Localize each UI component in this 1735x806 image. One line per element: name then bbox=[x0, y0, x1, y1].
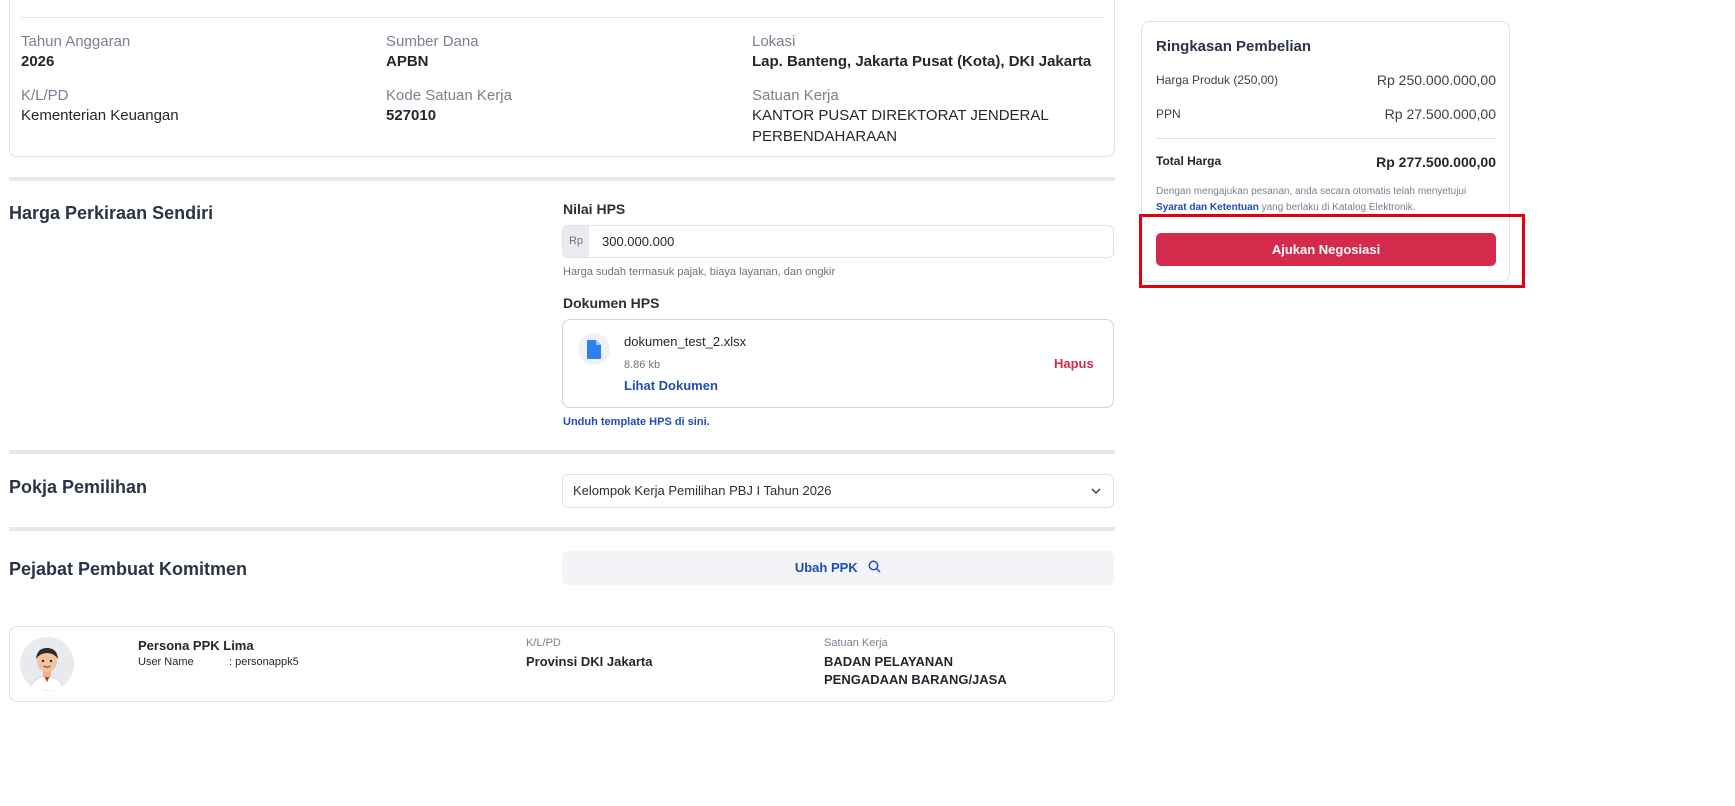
klpd-label: K/L/PD bbox=[21, 87, 69, 104]
summary-title: Ringkasan Pembelian bbox=[1156, 38, 1312, 55]
dokumen-hps-label: Dokumen HPS bbox=[563, 295, 660, 311]
nilai-hps-label: Nilai HPS bbox=[563, 201, 626, 217]
harga-produk-value: Rp 250.000.000,00 bbox=[1376, 72, 1496, 88]
summary-divider bbox=[1156, 138, 1496, 139]
kode-satker-label: Kode Satuan Kerja bbox=[386, 87, 512, 104]
change-ppk-label: Ubah PPK bbox=[794, 560, 858, 575]
avatar bbox=[20, 637, 74, 691]
pokja-selected-value: Kelompok Kerja Pemilihan PBJ I Tahun 202… bbox=[573, 483, 832, 498]
pokja-select[interactable]: Kelompok Kerja Pemilihan PBJ I Tahun 202… bbox=[562, 474, 1114, 508]
lokasi-label: Lokasi bbox=[752, 33, 796, 50]
satker-value-line1: KANTOR PUSAT DIREKTORAT JENDERAL bbox=[752, 107, 1049, 124]
highlight-box bbox=[1139, 214, 1525, 288]
ppk-section-title: Pejabat Pembuat Komitmen bbox=[9, 559, 248, 579]
nilai-hps-value: 300.000.000 bbox=[602, 234, 675, 249]
ppk-satker-label: Satuan Kerja bbox=[824, 637, 888, 649]
ppk-card: Persona PPK Lima User Name : personappk5… bbox=[9, 626, 1115, 702]
section-divider bbox=[9, 450, 1115, 454]
harga-produk-label: Harga Produk (250,00) bbox=[1156, 73, 1279, 87]
satker-value-line2: PERBENDAHARAAN bbox=[752, 128, 898, 145]
terms-link[interactable]: Syarat dan Ketentuan bbox=[1156, 202, 1259, 213]
sumber-dana-label: Sumber Dana bbox=[386, 33, 479, 50]
ppn-value: Rp 27.500.000,00 bbox=[1384, 106, 1496, 122]
terms-line2: Syarat dan Ketentuan yang berlaku di Kat… bbox=[1156, 202, 1416, 213]
change-ppk-button[interactable]: Ubah PPK bbox=[562, 551, 1114, 585]
search-icon bbox=[868, 560, 881, 573]
file-size: 8.86 kb bbox=[624, 359, 661, 371]
ppk-name: Persona PPK Lima bbox=[138, 638, 254, 653]
ppk-klpd-value: Provinsi DKI Jakarta bbox=[526, 654, 653, 669]
delete-file-button[interactable]: Hapus bbox=[1054, 356, 1094, 371]
total-value: Rp 277.500.000,00 bbox=[1376, 154, 1496, 170]
view-document-link[interactable]: Lihat Dokumen bbox=[624, 378, 718, 393]
section-divider bbox=[9, 527, 1115, 531]
chevron-down-icon bbox=[1091, 486, 1101, 496]
file-card: dokumen_test_2.xlsx 8.86 kb Lihat Dokume… bbox=[562, 319, 1114, 408]
ppk-satker-line2: PENGADAAN BARANG/JASA bbox=[824, 672, 1007, 687]
nilai-hps-input[interactable]: Rp 300.000.000 bbox=[562, 225, 1114, 258]
hps-section-title: Harga Perkiraan Sendiri bbox=[9, 203, 214, 223]
ppk-username-label: User Name bbox=[138, 656, 194, 668]
sumber-dana-value: APBN bbox=[386, 53, 429, 70]
kode-satker-value: 527010 bbox=[386, 107, 437, 124]
ppk-klpd-label: K/L/PD bbox=[526, 637, 561, 649]
file-name: dokumen_test_2.xlsx bbox=[624, 334, 747, 349]
tahun-anggaran-value: 2026 bbox=[21, 53, 55, 70]
terms-prefix: Dengan mengajukan pesanan, anda secara o… bbox=[1156, 186, 1467, 197]
ppk-satker-line1: BADAN PELAYANAN bbox=[824, 654, 954, 669]
nilai-hps-hint: Harga sudah termasuk pajak, biaya layana… bbox=[563, 266, 836, 278]
budget-info-card bbox=[9, 0, 1115, 157]
section-divider bbox=[9, 177, 1115, 181]
pokja-section-title: Pokja Pemilihan bbox=[9, 477, 148, 497]
terms-suffix: yang berlaku di Katalog Elektronik. bbox=[1258, 202, 1416, 213]
klpd-value: Kementerian Keuangan bbox=[21, 107, 179, 124]
total-label: Total Harga bbox=[1156, 154, 1222, 168]
template-download-link[interactable]: Unduh template HPS di sini. bbox=[563, 416, 710, 428]
file-icon bbox=[578, 333, 610, 365]
satker-label: Satuan Kerja bbox=[752, 87, 839, 104]
ppn-label: PPN bbox=[1156, 107, 1181, 121]
ppk-username-value: : personappk5 bbox=[229, 656, 299, 668]
currency-prefix: Rp bbox=[563, 226, 589, 257]
tahun-anggaran-label: Tahun Anggaran bbox=[21, 33, 131, 50]
lokasi-value: Lap. Banteng, Jakarta Pusat (Kota), DKI … bbox=[752, 53, 1092, 70]
card-divider bbox=[21, 17, 1105, 18]
